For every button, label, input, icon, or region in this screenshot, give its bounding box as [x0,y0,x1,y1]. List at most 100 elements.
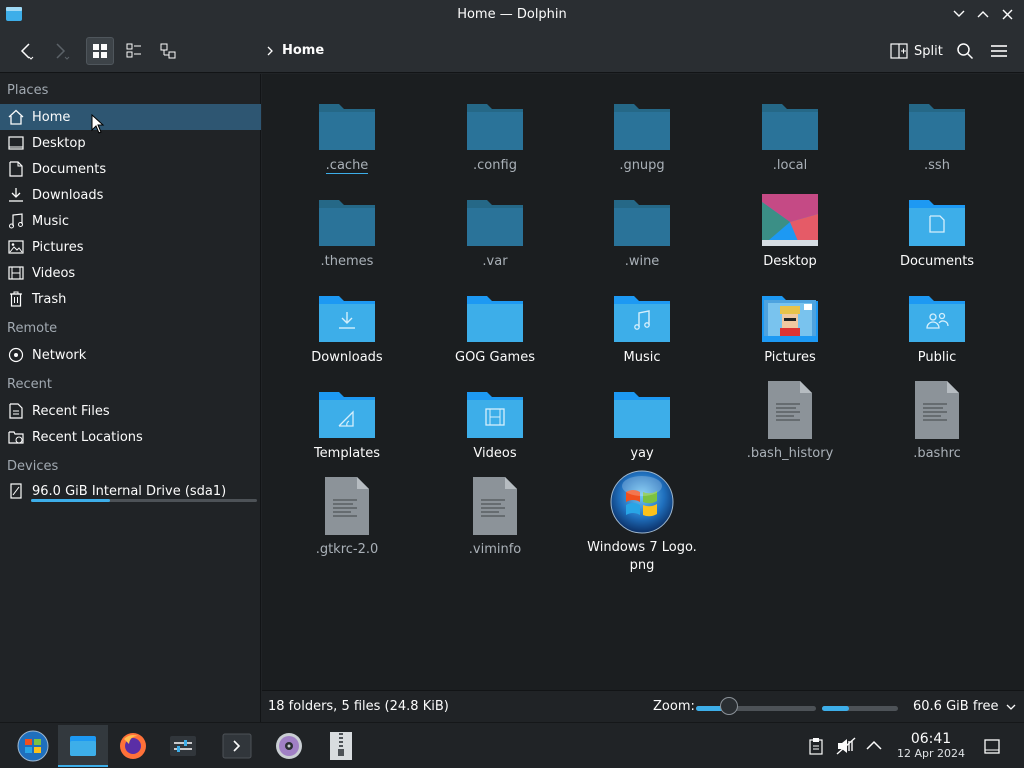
folder-icon [905,88,969,152]
file-item-videos[interactable]: Videos [435,376,555,463]
file-item-documents[interactable]: Documents [877,184,997,271]
terminal-icon [222,733,252,759]
folder-icon [70,736,96,756]
search-icon [957,43,974,60]
section-recent: Recent [7,377,52,392]
minimize-button[interactable] [950,5,968,23]
free-space-button[interactable]: 60.6 GiB free [913,699,1016,714]
file-item-local[interactable]: .local [730,88,850,175]
download-icon [7,187,24,204]
sidebar-item-downloads[interactable]: Downloads [0,182,261,208]
sidebar-item-recent-locations[interactable]: Recent Locations [0,424,261,450]
file-item-templates[interactable]: Templates [287,376,407,463]
status-summary: 18 folders, 5 files (24.8 KiB) [268,699,449,714]
network-icon [7,347,24,364]
sidebar-item-recent-files[interactable]: Recent Files [0,398,261,424]
text-file-icon [905,376,969,440]
breadcrumb-home[interactable]: Home [282,43,324,58]
file-item-var[interactable]: .var [435,184,555,271]
show-desktop-icon[interactable] [983,737,1001,759]
split-button[interactable]: Split [887,37,946,65]
zoom-slider-handle[interactable] [720,697,738,715]
text-file-icon [758,376,822,440]
file-item-yay[interactable]: yay [582,376,702,463]
sidebar-item-videos[interactable]: Videos [0,260,261,286]
folder-icon [610,88,674,152]
toolbar: Home Split [0,29,1024,73]
public-folder-icon [905,280,969,344]
file-item-windows7-logo[interactable]: Windows 7 Logo. png [582,470,702,575]
firefox-icon [120,733,146,759]
sidebar-item-network[interactable]: Network [0,342,261,368]
taskbar-dolphin[interactable] [58,725,108,767]
folder-icon [315,184,379,248]
file-item-themes[interactable]: .themes [287,184,407,271]
drive-usage-bar [31,499,257,502]
icons-view-button[interactable] [86,37,114,65]
file-item-public[interactable]: Public [877,280,997,367]
sidebar-item-pictures[interactable]: Pictures [0,234,261,260]
taskbar-konsole[interactable] [212,725,262,767]
volume-muted-icon[interactable] [836,737,856,759]
file-item-wine[interactable]: .wine [582,184,702,271]
desktop-folder-icon [758,184,822,248]
details-view-button[interactable] [154,37,182,65]
close-button[interactable] [998,5,1016,23]
pictures-icon [7,239,24,256]
file-item-gtkrc[interactable]: .gtkrc-2.0 [287,472,407,559]
sidebar-item-desktop[interactable]: Desktop [0,130,261,156]
free-space-bar [822,706,898,711]
breadcrumb[interactable]: Home [266,43,324,58]
taskbar-settings[interactable] [158,725,208,767]
maximize-button[interactable] [974,5,992,23]
file-item-bashrc[interactable]: .bashrc [877,376,997,463]
downloads-folder-icon [315,280,379,344]
file-item-music[interactable]: Music [582,280,702,367]
sidebar-item-home[interactable]: Home [0,104,261,130]
digital-clock[interactable]: 06:41 12 Apr 2024 [888,731,974,761]
file-item-gnupg[interactable]: .gnupg [582,88,702,175]
compact-view-button[interactable] [120,37,148,65]
file-item-cache[interactable]: .cache [287,88,407,175]
dolphin-app-icon[interactable] [5,6,23,22]
documents-folder-icon [905,184,969,248]
music-icon [7,213,24,230]
back-button[interactable] [12,37,40,65]
file-item-config[interactable]: .config [435,88,555,175]
image-thumbnail-icon [610,470,674,534]
sidebar-item-trash[interactable]: Trash [0,286,261,312]
forward-button[interactable] [46,37,74,65]
clipboard-icon[interactable] [807,737,825,759]
file-item-pictures[interactable]: Pictures [730,280,850,367]
taskbar-firefox[interactable] [108,725,158,767]
section-places: Places [7,83,49,98]
taskbar-archiver[interactable] [316,725,366,767]
title-bar: Home — Dolphin [0,0,1024,29]
taskbar-disc-burner[interactable] [264,725,314,767]
music-folder-icon [610,280,674,344]
videos-icon [7,265,24,282]
file-item-gog-games[interactable]: GOG Games [435,280,555,367]
folder-icon [610,376,674,440]
start-menu-button[interactable] [8,725,58,767]
show-hidden-tray-icon[interactable] [865,739,883,755]
search-button[interactable] [951,37,979,65]
drive-icon [7,483,24,500]
file-item-ssh[interactable]: .ssh [877,88,997,175]
folder-icon [758,88,822,152]
window-title: Home — Dolphin [457,7,567,22]
sidebar-item-music[interactable]: Music [0,208,261,234]
mouse-cursor [91,113,105,138]
file-item-downloads[interactable]: Downloads [287,280,407,367]
archive-icon [330,732,352,760]
split-label: Split [914,43,943,59]
hamburger-menu-button[interactable] [985,37,1013,65]
sidebar-item-documents[interactable]: Documents [0,156,261,182]
free-space-label: 60.6 GiB free [913,699,999,714]
file-item-viminfo[interactable]: .viminfo [435,472,555,559]
file-item-bash-history[interactable]: .bash_history [730,376,850,463]
section-remote: Remote [7,321,58,336]
file-item-desktop[interactable]: Desktop [730,184,850,271]
chevron-right-icon [267,46,273,55]
zoom-slider-track[interactable] [696,706,816,711]
